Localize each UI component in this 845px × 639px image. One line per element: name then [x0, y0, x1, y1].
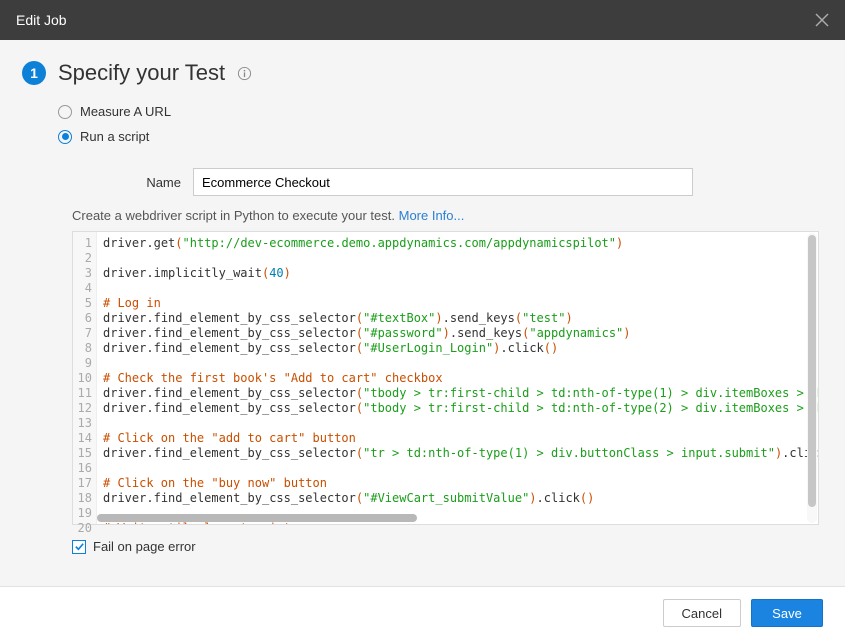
name-label: Name — [58, 175, 193, 190]
modal-footer: Cancel Save — [0, 586, 845, 639]
radio-measure-url[interactable]: Measure A URL — [58, 104, 823, 119]
script-editor[interactable]: 1234567891011121314151617181920 driver.g… — [72, 231, 819, 525]
close-button[interactable] — [815, 13, 829, 27]
fail-on-error-label: Fail on page error — [93, 539, 196, 554]
editor-vscroll-thumb[interactable] — [808, 235, 816, 507]
modal-title: Edit Job — [16, 12, 67, 28]
radio-icon — [58, 130, 72, 144]
section-title: Specify your Test — [58, 60, 225, 86]
fail-on-error-row: Fail on page error — [72, 539, 823, 554]
check-icon — [74, 541, 85, 552]
name-input[interactable] — [193, 168, 693, 196]
editor-hscroll-thumb[interactable] — [97, 514, 417, 522]
modal-header: Edit Job — [0, 0, 845, 40]
fail-on-error-checkbox[interactable] — [72, 540, 86, 554]
modal-body: 1 Specify your Test Measure A URL Run a … — [0, 40, 845, 586]
radio-run-script[interactable]: Run a script — [58, 129, 823, 144]
cancel-button[interactable]: Cancel — [663, 599, 741, 627]
test-type-radio-group: Measure A URL Run a script — [58, 104, 823, 154]
close-icon — [815, 13, 829, 27]
help-text: Create a webdriver script in Python to e… — [72, 208, 399, 223]
save-button[interactable]: Save — [751, 599, 823, 627]
name-form-row: Name — [58, 168, 823, 196]
edit-job-modal: Edit Job 1 Specify your Test Measure A U… — [0, 0, 845, 639]
editor-gutter: 1234567891011121314151617181920 — [73, 232, 97, 524]
step-badge: 1 — [22, 61, 46, 85]
more-info-link[interactable]: More Info... — [399, 208, 465, 223]
editor-hscrollbar[interactable] — [97, 513, 806, 523]
section-header: 1 Specify your Test — [22, 60, 823, 86]
radio-label: Run a script — [80, 129, 149, 144]
editor-content[interactable]: driver.get("http://dev-ecommerce.demo.ap… — [97, 232, 818, 524]
radio-icon — [58, 105, 72, 119]
editor-vscrollbar[interactable] — [807, 233, 817, 523]
info-icon[interactable] — [237, 66, 252, 81]
radio-label: Measure A URL — [80, 104, 171, 119]
help-text-row: Create a webdriver script in Python to e… — [72, 208, 823, 223]
